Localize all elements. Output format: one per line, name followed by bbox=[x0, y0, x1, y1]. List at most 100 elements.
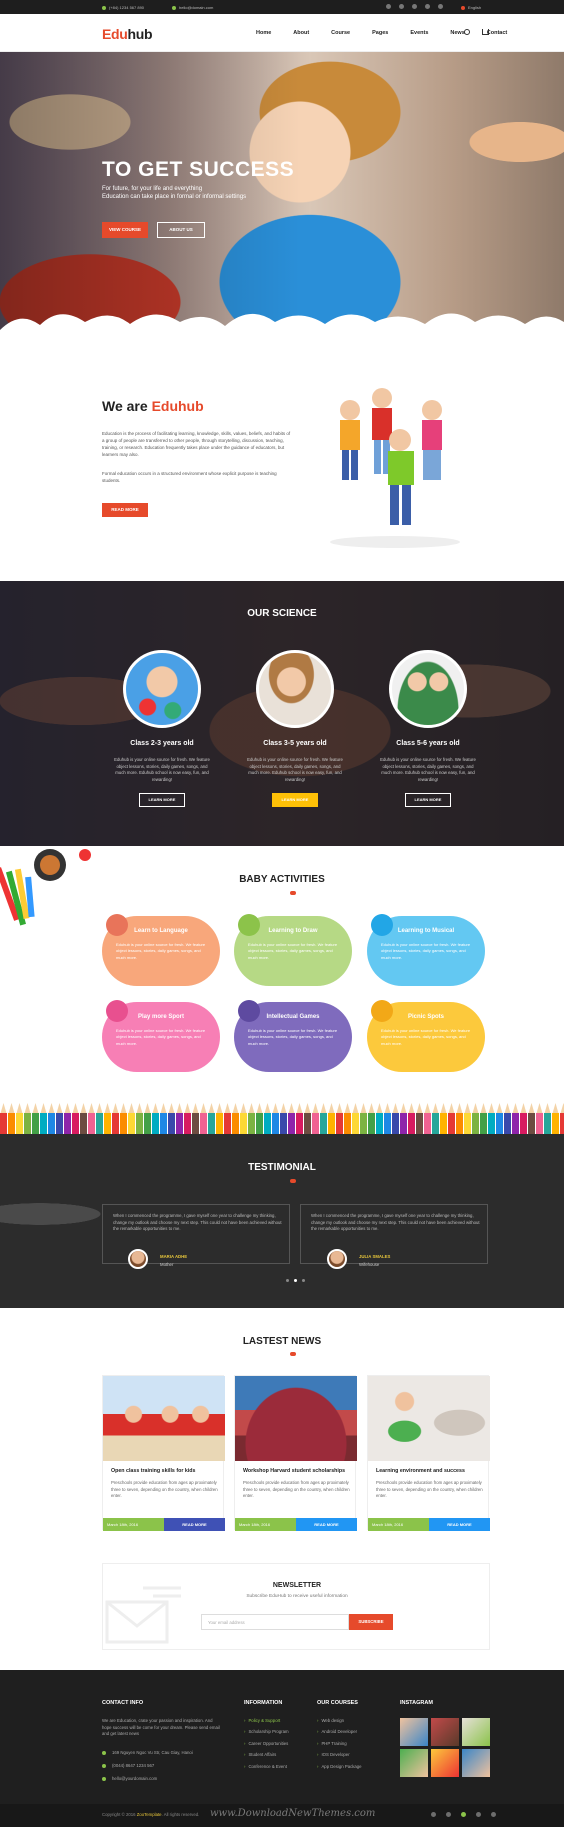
nav-news[interactable]: News bbox=[450, 30, 464, 36]
kids-image bbox=[330, 388, 460, 548]
instagram-photo[interactable] bbox=[462, 1749, 490, 1777]
activity-card[interactable]: Learning to Musical Eduhub is your onlin… bbox=[367, 914, 485, 986]
google-plus-icon[interactable] bbox=[461, 1812, 466, 1817]
news-headline[interactable]: Workshop Harvard student scholarships bbox=[243, 1468, 353, 1474]
pencil-body bbox=[112, 1113, 119, 1136]
learn-more-button[interactable]: LEARN MORE bbox=[272, 793, 318, 807]
learn-more-button[interactable]: LEARN MORE bbox=[139, 793, 185, 807]
about-us-button[interactable]: ABOUT US bbox=[157, 222, 205, 238]
pencil-body bbox=[216, 1113, 223, 1136]
activity-text: Eduhub is your online source for fresh. … bbox=[116, 942, 206, 960]
news-card[interactable]: Workshop Harvard student scholarships Pr… bbox=[234, 1375, 357, 1531]
footer-link[interactable]: Scholarship Program bbox=[244, 1729, 288, 1734]
carousel-dot[interactable] bbox=[302, 1279, 305, 1282]
news-headline[interactable]: Learning environment and success bbox=[376, 1468, 486, 1474]
search-icon[interactable] bbox=[464, 29, 470, 35]
pencil-body bbox=[24, 1113, 31, 1136]
pencil-body bbox=[304, 1113, 311, 1136]
mail-icon bbox=[172, 5, 176, 10]
nav-pages[interactable]: Pages bbox=[372, 30, 388, 36]
language-label[interactable]: English bbox=[468, 5, 481, 10]
instagram-photo[interactable] bbox=[431, 1718, 459, 1746]
class-text: Eduhub is your online source for fresh. … bbox=[114, 757, 210, 782]
instagram-icon[interactable] bbox=[425, 4, 430, 9]
email-field[interactable]: Your email address bbox=[201, 1614, 349, 1630]
nav-about[interactable]: About bbox=[293, 30, 309, 36]
newsletter-subtitle: Subscribe EduHub to receive useful infor… bbox=[246, 1594, 348, 1599]
read-more-button[interactable]: READ MORE bbox=[102, 503, 148, 517]
instagram-photo[interactable] bbox=[462, 1718, 490, 1746]
footer-link[interactable]: Web design bbox=[317, 1718, 362, 1723]
carousel-dot[interactable] bbox=[286, 1279, 289, 1282]
footer-link[interactable]: Student Affairs bbox=[244, 1752, 289, 1757]
news-card[interactable]: Open class training skills for kids Pres… bbox=[102, 1375, 225, 1531]
twitter-icon[interactable] bbox=[399, 4, 404, 9]
footer-link[interactable]: App Design Package bbox=[317, 1764, 361, 1769]
google-plus-icon[interactable] bbox=[412, 4, 417, 9]
read-more-link[interactable]: READ MORE bbox=[429, 1518, 490, 1531]
twitter-icon[interactable] bbox=[446, 1812, 451, 1817]
instagram-photo[interactable] bbox=[431, 1749, 459, 1777]
email-text[interactable]: hello@domain.com bbox=[179, 5, 213, 10]
news-image[interactable] bbox=[235, 1376, 357, 1461]
news-excerpt: Preschools provide education from ages a… bbox=[376, 1480, 483, 1498]
pencil-body bbox=[200, 1113, 207, 1136]
read-more-link[interactable]: READ MORE bbox=[164, 1518, 225, 1531]
nav-events[interactable]: Events bbox=[410, 30, 428, 36]
activity-text: Eduhub is your online source for fresh. … bbox=[381, 1028, 471, 1046]
pencil-body bbox=[424, 1113, 431, 1136]
topbar-email[interactable]: hello@domain.com bbox=[172, 5, 213, 10]
carousel-dot[interactable] bbox=[294, 1279, 297, 1282]
footer-link[interactable]: Policy & Support bbox=[244, 1718, 289, 1723]
read-more-link[interactable]: READ MORE bbox=[296, 1518, 357, 1531]
footer-link[interactable]: Android Developer bbox=[317, 1729, 362, 1734]
nav-home[interactable]: Home bbox=[256, 30, 271, 36]
nav-course[interactable]: Course bbox=[331, 30, 350, 36]
activity-card[interactable]: Play more Sport Eduhub is your online so… bbox=[102, 1000, 220, 1072]
news-image[interactable] bbox=[103, 1376, 225, 1461]
nav-contact[interactable]: Contact bbox=[487, 30, 507, 36]
learn-more-button[interactable]: LEARN MORE bbox=[405, 793, 451, 807]
footer-link[interactable]: IOS Developer bbox=[317, 1752, 362, 1757]
copyright-brand[interactable]: ZooTemplate bbox=[137, 1812, 162, 1817]
view-course-button[interactable]: VIEW COURSE bbox=[102, 222, 148, 238]
footer-link[interactable]: Career Opportunities bbox=[244, 1741, 289, 1746]
top-bar: (+84) 1234 567 890 hello@domain.com Engl… bbox=[0, 0, 564, 14]
pinterest-icon[interactable] bbox=[491, 1812, 496, 1817]
instagram-icon[interactable] bbox=[476, 1812, 481, 1817]
pencil-body bbox=[248, 1113, 255, 1136]
hero-subtitle-line2: Education can take place in formal or in… bbox=[102, 193, 247, 200]
newsletter-box: NEWSLETTER Subscribe EduHub to receive u… bbox=[102, 1563, 490, 1650]
activity-card[interactable]: Learn to Language Eduhub is your online … bbox=[102, 914, 220, 986]
facebook-icon[interactable] bbox=[431, 1812, 436, 1817]
pencil-body bbox=[312, 1113, 319, 1136]
footer-link[interactable]: PHP Training bbox=[317, 1741, 362, 1746]
pencil-body bbox=[8, 1113, 15, 1136]
about-paragraph-2: Formal education occurs in a structured … bbox=[102, 471, 277, 483]
facebook-icon[interactable] bbox=[386, 4, 391, 9]
pinterest-icon[interactable] bbox=[438, 4, 443, 9]
instagram-photo[interactable] bbox=[400, 1718, 428, 1746]
activity-card[interactable]: Learning to Draw Eduhub is your online s… bbox=[234, 914, 352, 986]
news-card[interactable]: Learning environment and success Prescho… bbox=[367, 1375, 490, 1531]
pencil-body bbox=[480, 1113, 487, 1136]
pencil-body bbox=[56, 1113, 63, 1136]
activity-card[interactable]: Intellectual Games Eduhub is your online… bbox=[234, 1000, 352, 1072]
instagram-photo[interactable] bbox=[400, 1749, 428, 1777]
subscribe-button[interactable]: SUBSCRIBE bbox=[349, 1614, 393, 1630]
news-headline[interactable]: Open class training skills for kids bbox=[111, 1468, 221, 1474]
activity-card[interactable]: Picnic Spots Eduhub is your online sourc… bbox=[367, 1000, 485, 1072]
class-card: Class 3-5 years old Eduhub is your onlin… bbox=[235, 650, 355, 807]
phone-text: (0044) 8647 1234 567 bbox=[102, 1763, 154, 1768]
news-image[interactable] bbox=[368, 1376, 490, 1461]
language-selector[interactable]: English bbox=[461, 5, 481, 10]
logo[interactable]: Eduhub bbox=[102, 26, 153, 42]
pencil-body bbox=[176, 1113, 183, 1136]
mail-text[interactable]: hello@yourdomain.com bbox=[102, 1776, 157, 1781]
news-title: LASTEST NEWS bbox=[242, 1336, 322, 1347]
pencil-body bbox=[184, 1113, 191, 1136]
footer-link[interactable]: Conference & Event bbox=[244, 1764, 289, 1769]
activity-text: Eduhub is your online source for fresh. … bbox=[248, 942, 338, 960]
pencil-body bbox=[456, 1113, 463, 1136]
cart-icon[interactable] bbox=[482, 29, 489, 35]
